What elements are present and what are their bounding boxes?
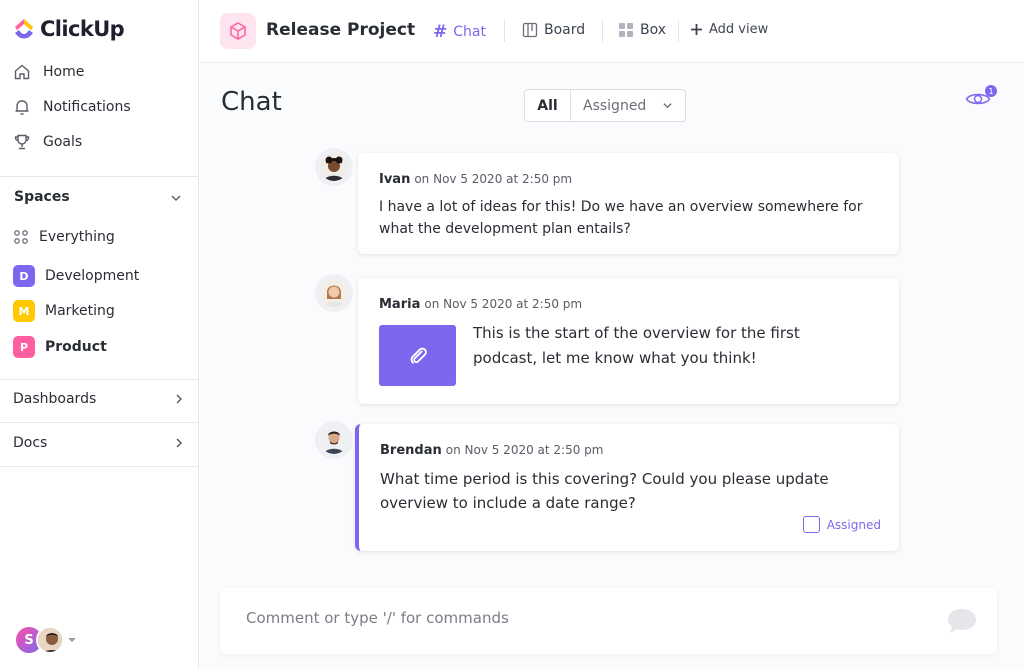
spaces-heading[interactable]: Spaces bbox=[14, 189, 70, 205]
add-view-button[interactable]: Add view bbox=[690, 22, 768, 37]
tab-separator bbox=[678, 20, 679, 42]
nav-home[interactable]: Home bbox=[13, 63, 84, 81]
space-badge: P bbox=[13, 336, 35, 358]
tab-separator bbox=[504, 20, 505, 42]
space-product-label: Product bbox=[45, 339, 107, 355]
space-marketing-label: Marketing bbox=[45, 303, 115, 319]
tab-separator bbox=[602, 20, 603, 42]
assigned-checkbox[interactable] bbox=[802, 516, 820, 533]
chevron-right-icon bbox=[176, 438, 183, 448]
space-badge: M bbox=[13, 300, 35, 322]
tab-chat-label: Chat bbox=[453, 24, 486, 40]
project-cube-icon[interactable] bbox=[220, 13, 256, 49]
attachment-thumbnail[interactable] bbox=[379, 325, 456, 386]
comment-input[interactable] bbox=[246, 609, 926, 627]
sidebar: ClickUp Home Notifications Goals Spaces … bbox=[0, 0, 199, 669]
chat-message-assigned[interactable]: Brendan on Nov 5 2020 at 2:50 pm What tim… bbox=[355, 424, 899, 551]
space-development[interactable]: D Development bbox=[13, 265, 139, 287]
comment-box bbox=[220, 588, 997, 654]
hash-icon: # bbox=[433, 22, 448, 42]
sidebar-divider bbox=[0, 176, 199, 177]
message-time: on Nov 5 2020 at 2:50 pm bbox=[414, 172, 573, 186]
speech-bubble-icon[interactable] bbox=[945, 606, 979, 636]
assigned-toggle[interactable]: Assigned bbox=[802, 516, 881, 533]
avatar[interactable] bbox=[320, 279, 348, 307]
chevron-down-icon[interactable] bbox=[170, 192, 182, 204]
dashboards-label: Dashboards bbox=[13, 391, 97, 407]
home-icon bbox=[14, 64, 30, 80]
sidebar-divider bbox=[0, 466, 199, 467]
grid-dots-icon bbox=[14, 230, 28, 244]
tab-box[interactable]: Box bbox=[618, 22, 666, 38]
tab-box-label: Box bbox=[640, 22, 667, 38]
bell-icon bbox=[15, 100, 29, 115]
filter-all-button[interactable]: All bbox=[525, 90, 571, 121]
space-product[interactable]: P Product bbox=[13, 336, 107, 358]
space-marketing[interactable]: M Marketing bbox=[13, 300, 115, 322]
chat-view: Chat All Assigned 1 Ivan on Nov 5 2020 at… bbox=[200, 64, 1024, 669]
chevron-down-icon bbox=[663, 103, 672, 109]
plus-icon bbox=[691, 24, 702, 35]
clickup-logo[interactable]: ClickUp bbox=[13, 17, 125, 41]
paperclip-icon bbox=[410, 347, 427, 364]
message-time: on Nov 5 2020 at 2:50 pm bbox=[424, 297, 583, 311]
chat-message[interactable]: Ivan on Nov 5 2020 at 2:50 pm I have a lo… bbox=[358, 153, 899, 254]
chevron-right-icon bbox=[176, 394, 183, 404]
nav-notifications-label: Notifications bbox=[43, 99, 131, 115]
board-icon bbox=[522, 22, 538, 38]
message-text: This is the start of the overview for th… bbox=[473, 324, 800, 367]
add-view-label: Add view bbox=[709, 22, 769, 37]
message-author[interactable]: Maria bbox=[379, 297, 420, 312]
message-meta: Ivan on Nov 5 2020 at 2:50 pm bbox=[379, 172, 572, 187]
filter-assigned-label: Assigned bbox=[583, 97, 647, 114]
nav-goals[interactable]: Goals bbox=[13, 133, 82, 151]
chat-filter: All Assigned bbox=[524, 89, 687, 122]
tab-chat[interactable]: # Chat bbox=[433, 22, 486, 42]
nav-notifications[interactable]: Notifications bbox=[13, 98, 131, 116]
watchers-count-badge: 1 bbox=[985, 85, 997, 97]
message-author[interactable]: Brendan bbox=[380, 443, 442, 458]
page-title: Chat bbox=[221, 87, 282, 117]
caret-down-icon bbox=[68, 638, 76, 642]
space-everything[interactable]: Everything bbox=[13, 229, 115, 245]
message-meta: Brendan on Nov 5 2020 at 2:50 pm bbox=[380, 443, 603, 458]
nav-goals-label: Goals bbox=[43, 134, 83, 150]
tab-board-label: Board bbox=[544, 22, 586, 38]
message-text: I have a lot of ideas for this! Do we ha… bbox=[379, 199, 863, 237]
space-development-label: Development bbox=[45, 268, 140, 284]
clickup-logo-icon bbox=[15, 19, 33, 39]
filter-assigned-dropdown[interactable]: Assigned bbox=[571, 90, 685, 121]
user-photo-avatar bbox=[36, 626, 64, 654]
user-menu[interactable]: S bbox=[14, 625, 76, 655]
message-text: What time period is this covering? Could… bbox=[380, 470, 829, 512]
top-bar: Release Project # Chat Board Box Add vie… bbox=[200, 0, 1024, 63]
docs-label: Docs bbox=[13, 435, 48, 451]
avatar[interactable] bbox=[320, 153, 348, 181]
trophy-icon bbox=[14, 134, 30, 150]
space-badge: D bbox=[13, 265, 35, 287]
sidebar-docs[interactable]: Docs bbox=[13, 435, 185, 451]
app-name: ClickUp bbox=[40, 17, 125, 41]
box-grid-icon bbox=[619, 23, 633, 37]
sidebar-dashboards[interactable]: Dashboards bbox=[13, 391, 185, 407]
sidebar-divider bbox=[0, 422, 199, 423]
sidebar-divider bbox=[0, 379, 199, 380]
chat-message[interactable]: Maria on Nov 5 2020 at 2:50 pm This is th… bbox=[358, 278, 899, 404]
message-author[interactable]: Ivan bbox=[379, 172, 410, 187]
tab-board[interactable]: Board bbox=[522, 22, 585, 38]
watchers-button[interactable]: 1 bbox=[965, 85, 997, 112]
assigned-label: Assigned bbox=[826, 517, 881, 532]
space-everything-label: Everything bbox=[39, 229, 115, 245]
avatar[interactable] bbox=[320, 426, 348, 454]
project-title[interactable]: Release Project bbox=[266, 20, 415, 40]
nav-home-label: Home bbox=[43, 64, 85, 80]
message-time: on Nov 5 2020 at 2:50 pm bbox=[445, 443, 604, 457]
message-meta: Maria on Nov 5 2020 at 2:50 pm bbox=[379, 297, 582, 312]
